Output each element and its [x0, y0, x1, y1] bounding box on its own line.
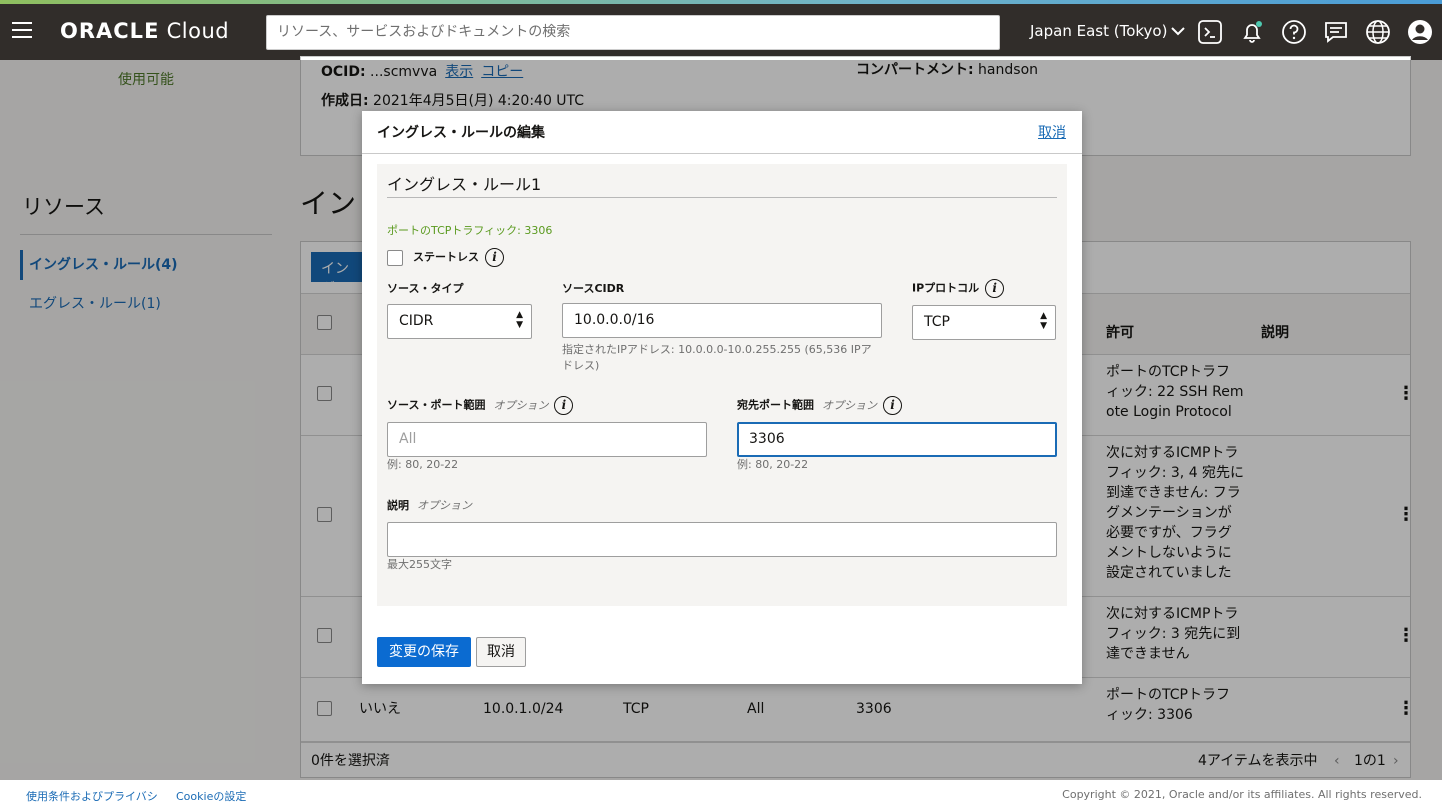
optional-tag: オプション	[822, 398, 877, 412]
source-port-hint: 例: 80, 20-22	[387, 458, 459, 471]
ip-protocol-label: IPプロトコル i	[912, 279, 1005, 298]
description-hint: 最大255文字	[387, 558, 452, 571]
logo-bold: ORACLE	[60, 19, 160, 43]
stateless-checkbox[interactable]	[387, 250, 403, 266]
rule-title: イングレス・ルール1	[387, 175, 542, 194]
ip-protocol-value: TCP	[924, 314, 950, 330]
stateless-info-icon[interactable]: i	[485, 248, 504, 267]
help-icon[interactable]	[1281, 19, 1307, 45]
dest-port-label-text: 宛先ポート範囲	[737, 398, 814, 412]
source-type-label: ソース・タイプ	[387, 282, 464, 295]
region-selector[interactable]: Japan East (Tokyo)	[1030, 22, 1186, 40]
copyright-text: Copyright © 2021, Oracle and/or its affi…	[1062, 788, 1422, 801]
source-port-label-text: ソース・ポート範囲	[387, 398, 486, 412]
stateless-label: ステートレス i	[413, 248, 504, 267]
bell-icon[interactable]	[1239, 19, 1265, 45]
edit-ingress-rule-dialog: イングレス・ルールの編集 取消 イングレス・ルール1 ポートのTCPトラフィック…	[362, 111, 1082, 684]
description-label-text: 説明	[387, 499, 409, 512]
save-changes-button[interactable]: 変更の保存	[377, 637, 471, 667]
optional-tag: オプション	[493, 398, 549, 412]
cloud-shell-icon[interactable]	[1197, 19, 1223, 45]
dest-port-label: 宛先ポート範囲 オプション i	[737, 396, 902, 415]
dialog-title: イングレス・ルールの編集	[377, 125, 545, 141]
dialog-cancel-link[interactable]: 取消	[1038, 122, 1066, 142]
source-cidr-label: ソースCIDR	[562, 282, 625, 295]
region-label: Japan East (Tokyo)	[1030, 22, 1168, 40]
cookie-settings-link[interactable]: Cookieの設定	[176, 788, 246, 804]
ip-protocol-select[interactable]: TCP ▲ ▼	[912, 305, 1056, 340]
optional-tag: オプション	[417, 499, 472, 512]
source-type-value: CIDR	[399, 313, 434, 329]
description-input[interactable]	[387, 522, 1057, 557]
globe-icon[interactable]	[1365, 19, 1391, 45]
dest-port-input[interactable]: 3306	[737, 422, 1057, 457]
dest-port-info-icon[interactable]: i	[883, 396, 902, 415]
source-port-input[interactable]: All	[387, 422, 707, 457]
hamburger-menu-icon[interactable]	[12, 22, 32, 40]
page-footer: 使用条件およびプライバシ Cookieの設定 Copyright © 2021,…	[0, 780, 1442, 808]
search-input[interactable]: リソース、サービスおよびドキュメントの検索	[266, 15, 1000, 50]
ip-protocol-label-text: IPプロトコル	[912, 281, 980, 295]
cancel-button[interactable]: 取消	[476, 637, 526, 667]
source-port-info-icon[interactable]: i	[554, 396, 574, 415]
dest-port-hint: 例: 80, 20-22	[737, 458, 809, 471]
stateless-label-text: ステートレス	[413, 250, 479, 264]
source-cidr-input[interactable]: 10.0.0.0/16	[562, 303, 882, 338]
select-arrows-icon: ▲ ▼	[1040, 311, 1047, 331]
ip-protocol-info-icon[interactable]: i	[985, 279, 1005, 298]
description-label: 説明 オプション	[387, 497, 472, 513]
top-header: ORACLE Cloud リソース、サービスおよびドキュメントの検索 Japan…	[0, 4, 1442, 60]
logo-rest: Cloud	[159, 19, 230, 43]
oracle-cloud-logo[interactable]: ORACLE Cloud	[60, 19, 229, 43]
source-port-label: ソース・ポート範囲 オプション i	[387, 396, 574, 415]
traffic-summary: ポートのTCPトラフィック: 3306	[387, 224, 553, 237]
chevron-down-icon	[1171, 22, 1186, 40]
source-type-select[interactable]: CIDR ▲ ▼	[387, 304, 532, 339]
terms-privacy-link[interactable]: 使用条件およびプライバシ	[26, 788, 158, 804]
user-icon[interactable]	[1407, 19, 1433, 45]
rule-divider	[387, 197, 1057, 198]
rule-panel: イングレス・ルール1 ポートのTCPトラフィック: 3306 ステートレス i ソ…	[377, 164, 1067, 606]
chat-icon[interactable]	[1323, 19, 1349, 45]
source-cidr-hint: 指定されたIPアドレス: 10.0.0.0-10.0.255.255 (65,5…	[562, 343, 872, 372]
dialog-divider	[362, 153, 1082, 154]
select-arrows-icon: ▲ ▼	[516, 310, 523, 330]
